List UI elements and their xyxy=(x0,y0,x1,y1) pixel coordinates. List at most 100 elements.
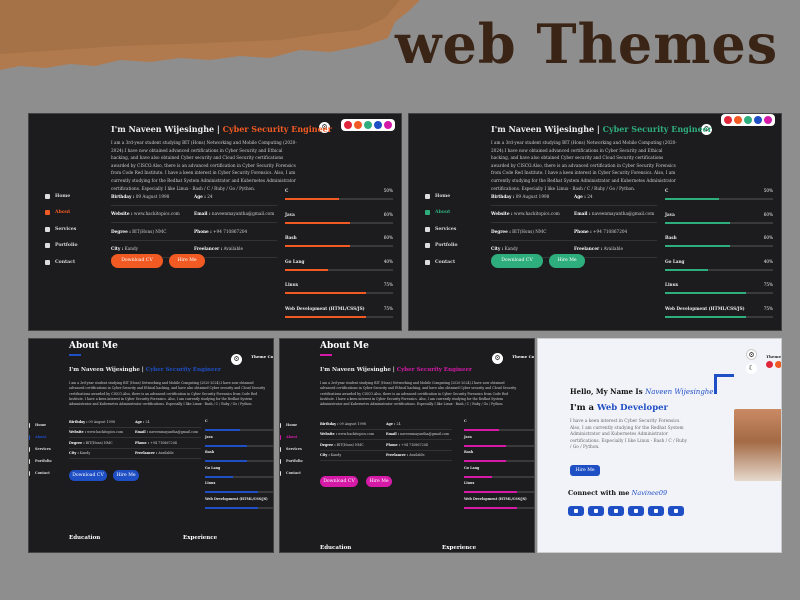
skill-track xyxy=(464,460,534,462)
theme-preview-green[interactable]: ⚙Theme ColorsI'm Naveen Wijesinghe | Cyb… xyxy=(408,113,782,331)
skill-name: Go Lang xyxy=(285,258,305,264)
hire-me-button[interactable]: Hire Me xyxy=(169,254,205,268)
skill-percent: 50% xyxy=(763,188,773,193)
skill-percent: 60% xyxy=(763,235,773,240)
info-row: Website : www.hackitopics.com Email : nav… xyxy=(111,206,277,223)
theme-preview-blue[interactable]: ⚙ Theme Colors About Me I'm Naveen Wijesing… xyxy=(28,338,274,553)
theme-preview-pink[interactable]: ⚙ Theme Colors About Me I'm Naveen Wijesing… xyxy=(279,338,535,553)
skill-percent: 75% xyxy=(383,282,393,287)
nav-item-services[interactable]: Services xyxy=(29,443,52,455)
github-icon[interactable] xyxy=(668,506,684,516)
facebook-icon[interactable] xyxy=(568,506,584,516)
settings-gear-icon[interactable]: ⚙ xyxy=(746,349,757,360)
theme-color-swatches[interactable] xyxy=(341,119,395,131)
nav-label: Contact xyxy=(35,471,50,475)
hire-me-button[interactable]: Hire Me xyxy=(366,476,392,487)
nav-item-about[interactable]: About xyxy=(45,205,78,222)
skill-name: Java xyxy=(205,434,213,439)
nav-item-portfolio[interactable]: Portfolio xyxy=(425,238,458,255)
settings-gear-icon[interactable]: ⚙ xyxy=(231,354,242,365)
info-cell: City : Kandy xyxy=(491,246,574,251)
name-prefix: I'm Naveen Wijesinghe | xyxy=(111,124,220,134)
nav-item-home[interactable]: Home xyxy=(280,419,303,431)
hello-heading: Hello, My Name Is Naveen Wijesinghe xyxy=(570,387,713,396)
info-cell: Email : naveenmayantha@gmail.com xyxy=(574,211,657,216)
nav-item-contact[interactable]: Contact xyxy=(45,254,78,271)
theme-swatch-3[interactable] xyxy=(364,121,372,129)
nav-item-portfolio[interactable]: Portfolio xyxy=(45,238,78,255)
nav-label: Contact xyxy=(286,471,301,475)
theme-preview-orange[interactable]: ⚙ I'm Naveen Wijesinghe | Cyber Security … xyxy=(28,113,402,331)
theme-swatch-3[interactable] xyxy=(744,116,752,124)
skill-row: Linux 75% xyxy=(665,282,773,306)
nav-item-portfolio[interactable]: Portfolio xyxy=(280,455,303,467)
theme-swatch-2[interactable] xyxy=(775,361,781,368)
info-key: City : xyxy=(69,451,79,456)
nav-item-about[interactable]: About xyxy=(425,205,458,222)
download-cv-button[interactable]: Download CV xyxy=(69,470,107,481)
nav-item-portfolio[interactable]: Portfolio xyxy=(29,455,52,467)
instagram-icon[interactable] xyxy=(608,506,624,516)
skill-fill xyxy=(285,268,329,271)
google-icon[interactable] xyxy=(628,506,644,516)
twitter-icon[interactable] xyxy=(648,506,664,516)
theme-swatch-1[interactable] xyxy=(344,121,352,129)
info-cell: Website : www.hackitopics.com xyxy=(320,432,386,436)
nav-item-contact[interactable]: Contact xyxy=(425,254,458,271)
bio-text: I am a 3rd-year student studying BIT (Ho… xyxy=(111,140,297,191)
info-value: Kandy xyxy=(124,246,139,252)
theme-swatch-1[interactable] xyxy=(724,116,732,124)
nav-item-contact[interactable]: Contact xyxy=(29,467,52,479)
info-key: Freelancer : xyxy=(574,246,603,252)
bio-text: I am a 3rd-year student studying BIT (Ho… xyxy=(491,140,677,191)
theme-swatch-4[interactable] xyxy=(374,121,382,129)
about-underline xyxy=(320,354,332,356)
linkedin-icon[interactable] xyxy=(588,506,604,516)
hire-me-button[interactable]: Hire Me xyxy=(570,465,600,476)
skill-track xyxy=(205,491,273,493)
info-value: 24 xyxy=(587,193,593,199)
info-cell: Age : 24 xyxy=(135,420,201,424)
nav-item-about[interactable]: About xyxy=(29,431,52,443)
nav-item-home[interactable]: Home xyxy=(29,419,52,431)
info-key: Birthday : xyxy=(111,193,135,199)
download-cv-button[interactable]: Download CV xyxy=(491,254,543,268)
nav-item-services[interactable]: Services xyxy=(425,221,458,238)
nav-item-about[interactable]: About xyxy=(280,431,303,443)
nav-item-home[interactable]: Home xyxy=(45,188,78,205)
download-cv-button[interactable]: Download CV xyxy=(320,476,358,487)
settings-gear-icon[interactable]: ⚙ xyxy=(492,353,503,364)
theme-preview-light[interactable]: Theme Colors ⚙ ☾ Hello, My Name Is Naveen W… xyxy=(537,338,782,553)
theme-swatch-5[interactable] xyxy=(384,121,392,129)
download-cv-button[interactable]: Download CV xyxy=(111,254,163,268)
theme-swatch-5[interactable] xyxy=(764,116,772,124)
skill-row: Linux xyxy=(464,481,534,497)
theme-swatch-4[interactable] xyxy=(754,116,762,124)
theme-color-swatches[interactable] xyxy=(721,114,775,126)
nav-item-home[interactable]: Home xyxy=(425,188,458,205)
theme-colors-label: Theme Colors xyxy=(766,354,782,359)
hello-text: Hello, My Name Is xyxy=(570,387,643,396)
info-row: Birthday : 09 August 1998 Age : 24 xyxy=(111,188,277,206)
info-value: +94 710867204 xyxy=(213,228,248,234)
theme-swatch-2[interactable] xyxy=(354,121,362,129)
skill-track xyxy=(665,198,773,200)
github-icon-glyph xyxy=(674,509,678,513)
nav-item-contact[interactable]: Contact xyxy=(280,467,303,479)
about-title: About Me xyxy=(69,341,118,351)
info-row: Birthday : 09 August 1998 Age : 24 xyxy=(491,188,657,206)
info-value: Available xyxy=(409,453,425,458)
info-value: BIT(Hons) NMC xyxy=(336,442,364,447)
hire-me-button[interactable]: Hire Me xyxy=(549,254,585,268)
theme-swatch-1[interactable] xyxy=(766,361,773,368)
nav-item-services[interactable]: Services xyxy=(45,221,78,238)
info-cell: City : Kandy xyxy=(320,453,386,457)
about-icon xyxy=(425,210,430,216)
nav-item-services[interactable]: Services xyxy=(280,443,303,455)
hire-me-button[interactable]: Hire Me xyxy=(113,470,139,481)
info-key: City : xyxy=(111,246,124,252)
dark-mode-icon[interactable]: ☾ xyxy=(746,363,757,374)
theme-swatch-2[interactable] xyxy=(734,116,742,124)
info-value: +94 710867204 xyxy=(593,228,628,234)
intro-text: I have a keen interest in Cyber Security… xyxy=(570,419,688,450)
